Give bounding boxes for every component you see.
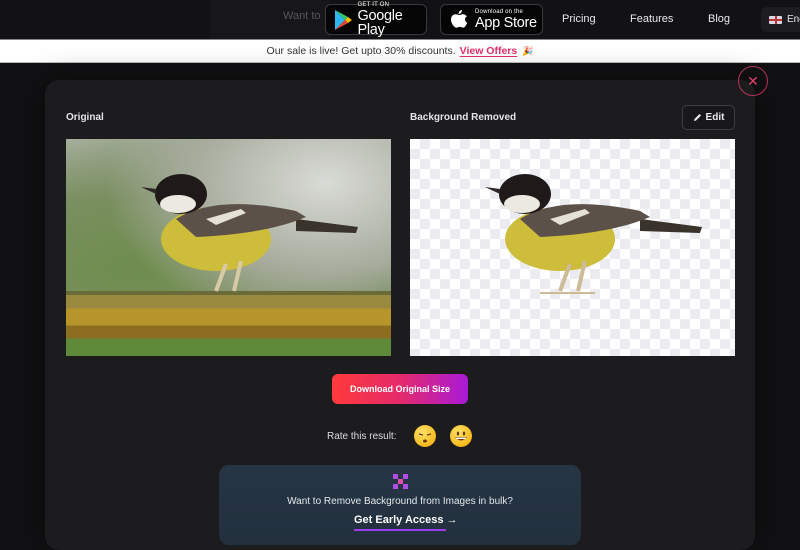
language-label: Eng <box>787 14 800 25</box>
google-play-icon <box>331 7 355 33</box>
cta-underline <box>354 529 446 531</box>
download-original-size-button[interactable]: Download Original Size <box>332 374 468 404</box>
google-play-small-text: GET IT ON <box>357 1 390 8</box>
bulk-promo-text: Want to Remove Background from Images in… <box>287 496 513 507</box>
nav-link-pricing[interactable]: Pricing <box>562 13 596 25</box>
unamused-face-icon <box>418 433 432 443</box>
grinning-face-icon <box>455 431 467 441</box>
sale-banner: Our sale is live! Get upto 30% discounts… <box>0 39 800 63</box>
language-selector[interactable]: Eng <box>761 7 800 32</box>
apple-icon <box>446 7 472 33</box>
edit-button[interactable]: Edit <box>682 105 735 130</box>
rate-label: Rate this result: <box>327 431 397 442</box>
background-removed-image <box>410 139 735 356</box>
app-store-small-text: Download on the <box>475 8 524 15</box>
close-icon: ✕ <box>747 72 759 89</box>
ghost-text: Want to <box>283 10 321 22</box>
party-popper-icon: 🎉 <box>522 45 534 56</box>
google-play-button[interactable]: GET IT ON Google Play <box>325 1 427 38</box>
original-label: Original <box>66 112 104 123</box>
get-early-access-link[interactable]: Get Early Access → <box>354 514 458 531</box>
app-store-button[interactable]: Download on the App Store <box>440 4 543 35</box>
pencil-icon <box>693 114 701 121</box>
google-play-label: Google Play <box>357 7 403 38</box>
top-nav: Want to GET IT ON Google Play Download o… <box>0 0 800 39</box>
close-button[interactable]: ✕ <box>738 66 768 96</box>
rate-grinning-button[interactable] <box>450 425 472 447</box>
view-offers-link[interactable]: View Offers <box>460 45 518 57</box>
get-early-access-label: Get Early Access <box>354 514 444 526</box>
bulk-grid-icon <box>393 474 408 489</box>
arrow-right-icon: → <box>446 514 458 526</box>
original-image <box>66 139 391 356</box>
sale-text: Our sale is live! Get upto 30% discounts… <box>266 45 456 57</box>
background-removed-label: Background Removed <box>410 112 517 123</box>
rate-unamused-button[interactable] <box>414 425 436 447</box>
bird-cutout-illustration <box>485 174 702 294</box>
edit-label: Edit <box>705 112 725 123</box>
app-store-label: App Store <box>475 14 537 31</box>
nav-link-features[interactable]: Features <box>630 13 673 25</box>
bird-illustration <box>141 174 358 292</box>
nav-link-blog[interactable]: Blog <box>708 13 730 25</box>
uk-flag-icon <box>769 15 782 24</box>
